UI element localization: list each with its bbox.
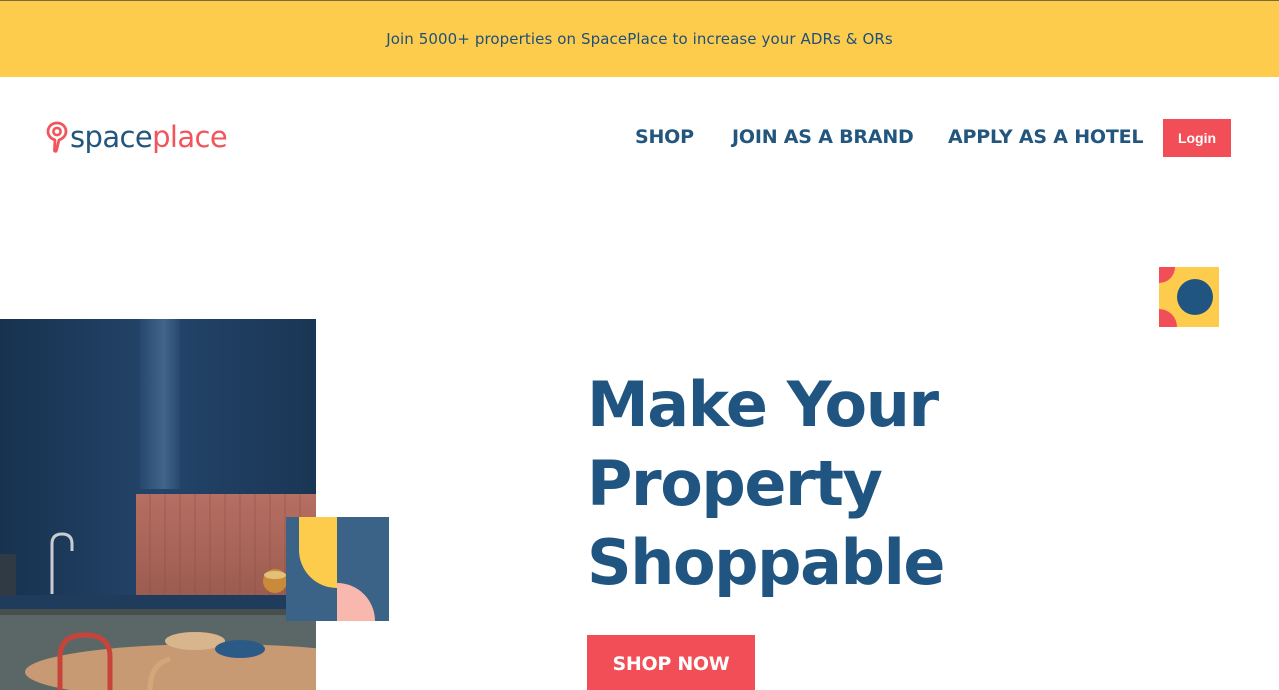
kitchen-interior-photo bbox=[0, 319, 316, 690]
decorative-shapes-graphic bbox=[286, 517, 389, 621]
login-button[interactable]: Login bbox=[1163, 119, 1231, 157]
shop-now-button[interactable]: SHOP NOW bbox=[587, 635, 755, 690]
nav-item-join-as-brand[interactable]: JOIN AS A BRAND bbox=[732, 124, 914, 150]
main-nav: SHOP JOIN AS A BRAND APPLY AS A HOTEL bbox=[0, 124, 1279, 154]
promo-banner: Join 5000+ properties on SpacePlace to i… bbox=[0, 0, 1279, 77]
nav-item-apply-as-hotel[interactable]: APPLY AS A HOTEL bbox=[948, 124, 1144, 150]
kitchen-illustration bbox=[0, 319, 316, 690]
hero-title: Make Your Property Shoppable bbox=[587, 365, 1107, 602]
hero-title-line-2: Property bbox=[587, 447, 883, 520]
hero-title-line-1: Make Your bbox=[587, 368, 939, 441]
promo-text: Join 5000+ properties on SpacePlace to i… bbox=[386, 30, 893, 48]
nav-item-shop[interactable]: SHOP bbox=[635, 124, 694, 150]
site-header: spaceplace SHOP JOIN AS A BRAND APPLY AS… bbox=[0, 77, 1279, 197]
decorative-circles-graphic bbox=[1159, 267, 1219, 327]
hero-title-line-3: Shoppable bbox=[587, 526, 945, 599]
